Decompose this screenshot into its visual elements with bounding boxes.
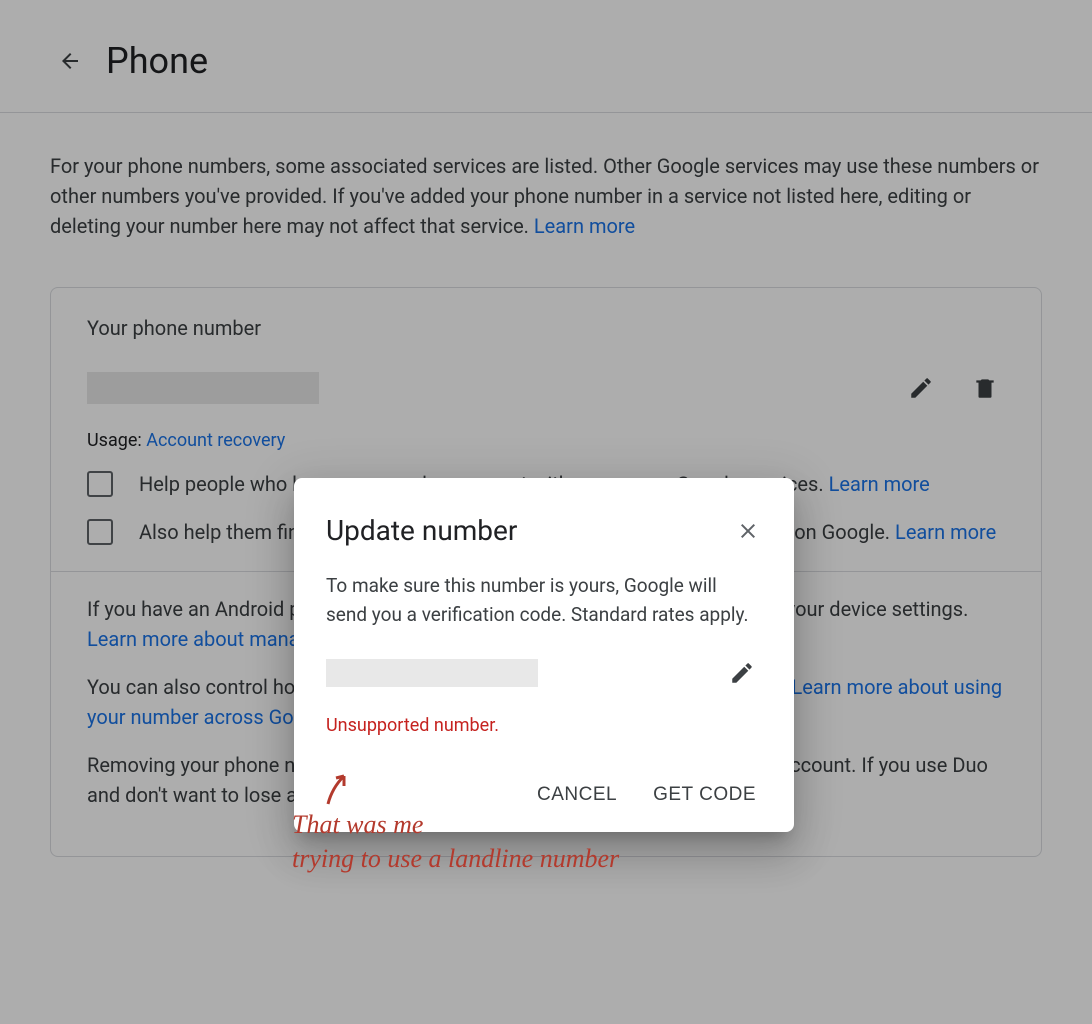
dialog-edit-number-button[interactable] bbox=[722, 653, 762, 693]
get-code-button[interactable]: GET CODE bbox=[653, 784, 756, 806]
dialog-phone-number-masked bbox=[326, 659, 538, 687]
close-icon bbox=[736, 519, 760, 543]
update-number-dialog: Update number To make sure this number i… bbox=[294, 478, 794, 832]
dialog-title: Update number bbox=[326, 514, 734, 547]
cancel-button[interactable]: CANCEL bbox=[537, 784, 617, 806]
dialog-body-text: To make sure this number is yours, Googl… bbox=[326, 571, 762, 629]
dialog-error-text: Unsupported number. bbox=[326, 715, 762, 736]
dialog-close-button[interactable] bbox=[734, 517, 762, 545]
pencil-icon bbox=[729, 660, 755, 686]
